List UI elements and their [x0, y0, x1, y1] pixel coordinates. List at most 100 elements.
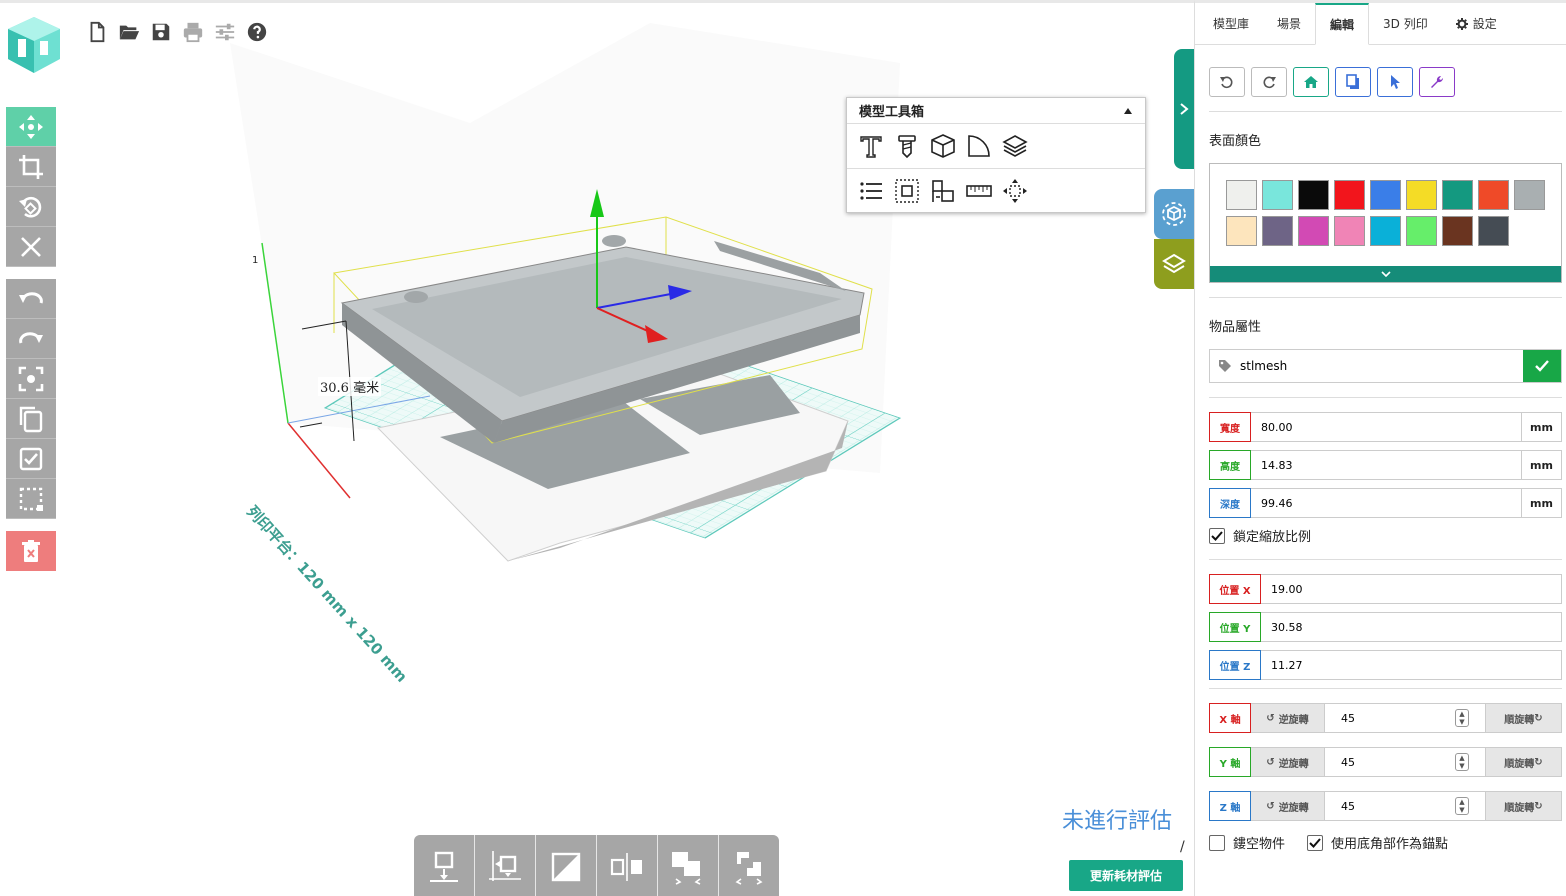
focus-button[interactable] [6, 359, 56, 399]
color-swatch[interactable] [1262, 216, 1293, 246]
color-swatch[interactable] [1442, 216, 1473, 246]
color-swatch[interactable] [1334, 216, 1365, 246]
panel-collapse-tab[interactable] [1174, 49, 1194, 169]
layers-tool-button[interactable] [1001, 132, 1029, 160]
item-properties-label: 物品屬性 [1195, 316, 1566, 335]
open-folder-button[interactable] [116, 19, 142, 45]
rotate-x-label: X 軸 [1209, 703, 1251, 733]
save-button[interactable] [148, 19, 174, 45]
panel-copy-button[interactable] [1335, 67, 1371, 97]
mirror-button[interactable] [597, 835, 657, 896]
palette-expand-button[interactable] [1210, 266, 1561, 282]
align-to-origin-button[interactable] [475, 835, 535, 896]
deselect-tool-button[interactable] [6, 227, 56, 267]
anchor-checkbox[interactable] [1307, 835, 1323, 851]
toolbox-header[interactable]: 模型工具箱 [847, 98, 1145, 124]
rotate-y-ccw-button[interactable]: ↺逆旋轉 [1251, 747, 1325, 777]
color-swatch[interactable] [1406, 180, 1437, 210]
box-tool-button[interactable] [929, 132, 957, 160]
crop-tool-button[interactable] [6, 147, 56, 187]
rotate-z-stepper[interactable]: ▲▼ [1455, 797, 1469, 815]
text-tool-button[interactable] [857, 132, 885, 160]
3d-viewport[interactable]: 1 30.6 毫米 列印平台：120 mm x 120 mm [0, 0, 1194, 896]
color-swatch[interactable] [1370, 180, 1401, 210]
help-button[interactable] [244, 19, 270, 45]
cw-arrow-icon: ↻ [1534, 801, 1542, 812]
rotate-y-cw-button[interactable]: 順旋轉↻ [1486, 747, 1562, 777]
tab-3d-print[interactable]: 3D 列印 [1369, 3, 1442, 44]
merge-button[interactable] [658, 835, 718, 896]
group-tool-button[interactable] [893, 177, 921, 205]
color-swatch[interactable] [1262, 180, 1293, 210]
box-select-button[interactable] [6, 479, 56, 519]
measure-tool-button[interactable] [965, 177, 993, 205]
align-tool-button[interactable] [929, 177, 957, 205]
caret-up-icon[interactable] [1123, 107, 1133, 115]
tab-scene[interactable]: 場景 [1263, 3, 1315, 44]
confirm-name-button[interactable] [1523, 350, 1561, 382]
settings-sliders-button[interactable] [212, 19, 238, 45]
color-swatch[interactable] [1298, 180, 1329, 210]
depth-input[interactable] [1251, 488, 1522, 518]
object-name-input[interactable] [1240, 350, 1523, 382]
rotate-x-stepper[interactable]: ▲▼ [1455, 709, 1469, 727]
undo-button[interactable] [6, 279, 56, 319]
color-swatch[interactable] [1298, 216, 1329, 246]
rotate-y-stepper[interactable]: ▲▼ [1455, 753, 1469, 771]
3d-view-tab[interactable] [1154, 189, 1194, 239]
print-button[interactable] [180, 19, 206, 45]
width-input[interactable] [1251, 412, 1522, 442]
position-x-row: 位置 X [1209, 574, 1562, 604]
duplicate-button[interactable] [6, 399, 56, 439]
color-swatch[interactable] [1334, 180, 1365, 210]
panel-undo-button[interactable] [1209, 67, 1245, 97]
color-swatch[interactable] [1478, 216, 1509, 246]
edit-tool-group [6, 279, 56, 519]
hollow-checkbox[interactable] [1209, 835, 1225, 851]
tab-settings[interactable]: 設定 [1442, 3, 1511, 44]
delete-button[interactable] [6, 531, 56, 571]
position-y-input[interactable] [1261, 612, 1562, 642]
color-swatch[interactable] [1226, 216, 1257, 246]
trash-icon [17, 537, 45, 565]
fillet-tool-button[interactable] [965, 132, 993, 160]
home-view-button[interactable] [1293, 67, 1329, 97]
rotate-tool-button[interactable] [6, 187, 56, 227]
screw-tool-button[interactable] [893, 132, 921, 160]
move-tool-button[interactable] [6, 107, 56, 147]
position-z-input[interactable] [1261, 650, 1562, 680]
layers-tab[interactable] [1154, 239, 1194, 289]
new-file-button[interactable] [84, 19, 110, 45]
split-shapes-icon [731, 849, 767, 885]
list-tool-button[interactable] [857, 177, 885, 205]
split-button[interactable] [719, 835, 779, 896]
color-swatch[interactable] [1406, 216, 1437, 246]
tab-edit[interactable]: 編輯 [1315, 3, 1369, 45]
panel-redo-button[interactable] [1251, 67, 1287, 97]
select-all-button[interactable] [6, 439, 56, 479]
flip-diagonal-button[interactable] [536, 835, 596, 896]
position-y-row: 位置 Y [1209, 612, 1562, 642]
tools-button[interactable] [1419, 67, 1455, 97]
rotate-z-ccw-button[interactable]: ↺逆旋轉 [1251, 791, 1325, 821]
position-x-input[interactable] [1261, 574, 1562, 604]
z-tick-label: 1 [252, 255, 258, 266]
chevron-right-icon [1179, 102, 1189, 116]
color-swatch[interactable] [1226, 180, 1257, 210]
evaluation-separator: / [1180, 839, 1185, 855]
select-pointer-button[interactable] [1377, 67, 1413, 97]
rotate-x-ccw-button[interactable]: ↺逆旋轉 [1251, 703, 1325, 733]
drop-to-platform-button[interactable] [414, 835, 474, 896]
tab-model-library[interactable]: 模型庫 [1199, 3, 1263, 44]
color-swatch[interactable] [1514, 180, 1545, 210]
rotate-z-cw-button[interactable]: 順旋轉↻ [1486, 791, 1562, 821]
lock-ratio-checkbox[interactable] [1209, 528, 1225, 544]
color-swatch[interactable] [1478, 180, 1509, 210]
color-swatch[interactable] [1370, 216, 1401, 246]
center-tool-button[interactable] [1001, 177, 1029, 205]
update-filament-eval-button[interactable]: 更新耗材評估 [1069, 860, 1183, 891]
redo-button[interactable] [6, 319, 56, 359]
rotate-x-cw-button[interactable]: 順旋轉↻ [1486, 703, 1562, 733]
color-swatch[interactable] [1442, 180, 1473, 210]
height-input[interactable] [1251, 450, 1522, 480]
